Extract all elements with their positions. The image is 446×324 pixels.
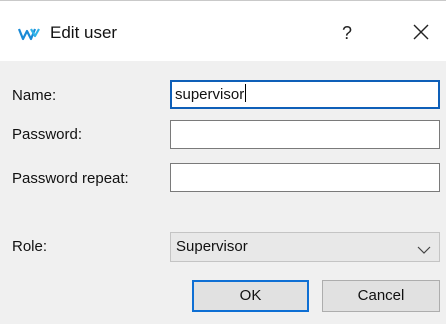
dialog-title: Edit user — [50, 23, 118, 42]
close-icon[interactable] — [408, 19, 434, 45]
chevron-down-icon — [417, 242, 431, 254]
name-field[interactable]: supervisor — [170, 80, 440, 109]
cancel-button[interactable]: Cancel — [322, 280, 440, 312]
role-label: Role: — [12, 238, 48, 255]
password-label: Password: — [12, 126, 83, 143]
ok-button[interactable]: OK — [192, 280, 309, 312]
edit-user-dialog: Edit user ? Name: supervisor Password: P… — [0, 0, 446, 324]
name-label: Name: — [12, 87, 57, 104]
password-repeat-label: Password repeat: — [12, 170, 129, 187]
text-caret — [245, 84, 247, 102]
name-field-value: supervisor — [175, 86, 245, 103]
help-button[interactable]: ? — [336, 21, 358, 45]
password-repeat-field[interactable] — [170, 163, 440, 192]
app-logo-icon — [17, 27, 40, 41]
title-bar[interactable]: Edit user ? — [0, 1, 446, 61]
role-dropdown[interactable]: Supervisor — [170, 232, 440, 262]
password-field[interactable] — [170, 120, 440, 149]
role-selected-value: Supervisor — [176, 238, 248, 255]
